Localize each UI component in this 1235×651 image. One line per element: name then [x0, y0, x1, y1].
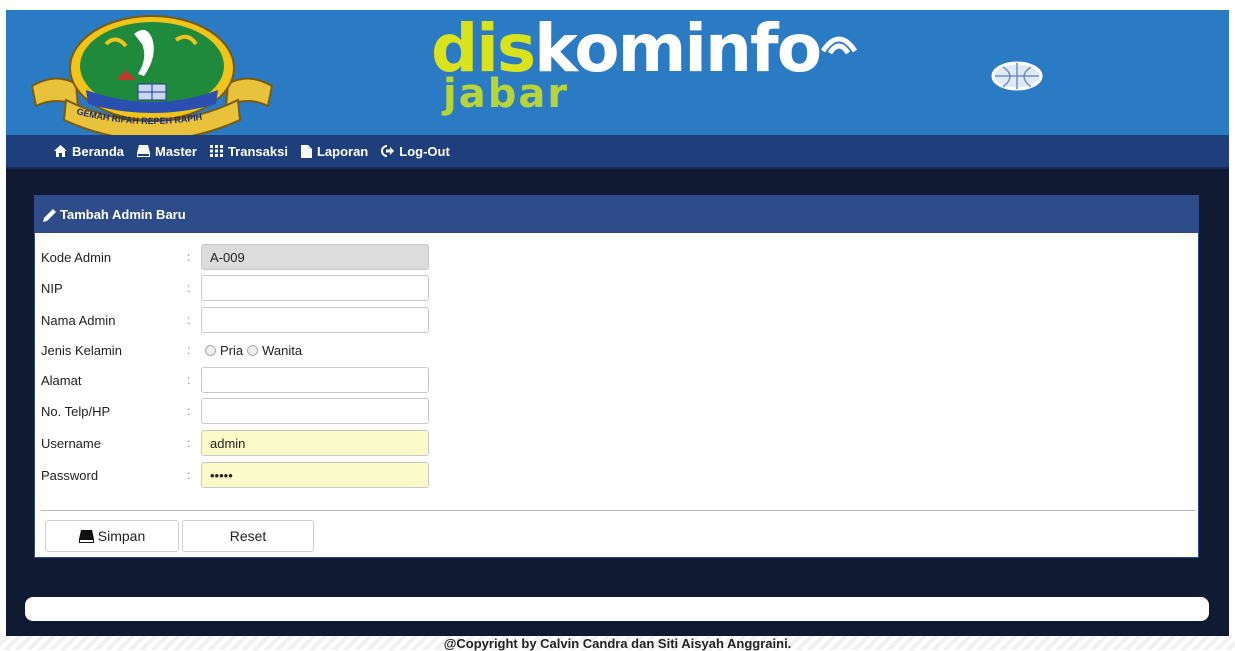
- svg-text:GEMAH RIPAH REPEH RAPIH: GEMAH RIPAH REPEH RAPIH: [76, 106, 203, 126]
- nav-beranda[interactable]: Beranda: [54, 144, 124, 159]
- drive-icon: [137, 145, 151, 157]
- grid-icon: [209, 145, 223, 157]
- globe-icon: [991, 36, 1043, 102]
- form-row-nama-admin: Nama Admin :: [41, 306, 429, 334]
- label-username: Username: [41, 435, 101, 451]
- nav-transaksi[interactable]: Transaksi: [209, 143, 288, 159]
- label-kode-admin: Kode Admin: [41, 249, 112, 265]
- label-jenis-kelamin: Jenis Kelamin: [41, 342, 122, 358]
- form-row-kode-admin: Kode Admin :: [41, 243, 429, 271]
- radio-wanita[interactable]: [247, 344, 259, 356]
- username-input[interactable]: [201, 430, 429, 456]
- form-row-jenis-kelamin: Jenis Kelamin : Pria Wanita: [41, 342, 303, 358]
- radio-pria-label: Pria: [220, 342, 244, 358]
- form-row-telp: No. Telp/HP :: [41, 397, 429, 425]
- nav-master[interactable]: Master: [137, 144, 197, 159]
- nav-label: Transaksi: [227, 143, 288, 159]
- nav-label: Log-Out: [399, 143, 450, 159]
- drive-icon: [78, 529, 94, 543]
- alamat-input[interactable]: [201, 367, 429, 393]
- nav-label: Master: [155, 143, 197, 159]
- footer-bar: [25, 597, 1209, 621]
- nav-label: Beranda: [72, 143, 125, 159]
- home-icon: [54, 145, 67, 157]
- nama-admin-input[interactable]: [201, 307, 429, 333]
- form-divider: [41, 510, 1196, 511]
- logout-icon: [381, 145, 395, 157]
- add-admin-panel: Tambah Admin Baru Kode Admin : NIP : Nam…: [34, 195, 1199, 558]
- label-nama-admin: Nama Admin: [41, 312, 116, 328]
- brand-title: diskominfo: [431, 16, 1043, 91]
- save-button-label: Simpan: [97, 528, 146, 544]
- label-telp: No. Telp/HP: [41, 403, 111, 419]
- password-input[interactable]: [201, 462, 429, 488]
- diskominfo-logo: diskominfo jabar: [431, 16, 1043, 114]
- radio-wanita-label: Wanita: [262, 342, 303, 358]
- save-button[interactable]: Simpan: [45, 520, 179, 552]
- nav-logout[interactable]: Log-Out: [381, 144, 450, 159]
- nip-input[interactable]: [201, 275, 429, 301]
- form-row-nip: NIP :: [41, 274, 429, 302]
- kode-admin-input[interactable]: [201, 244, 429, 270]
- label-password: Password: [41, 467, 99, 483]
- gender-radio-group: Pria Wanita: [201, 343, 302, 358]
- reset-button[interactable]: Reset: [182, 520, 314, 552]
- document-icon: [300, 144, 312, 158]
- pencil-icon: [43, 208, 56, 222]
- radio-pria[interactable]: [205, 344, 216, 356]
- label-nip: NIP: [41, 280, 63, 296]
- form-row-password: Password :: [41, 461, 429, 489]
- reset-button-label: Reset: [229, 528, 267, 544]
- nav-laporan[interactable]: Laporan: [300, 143, 369, 159]
- nav-label: Laporan: [316, 143, 369, 159]
- panel-header: Tambah Admin Baru: [35, 196, 1198, 233]
- wifi-signal-icon: [819, 2, 859, 68]
- main-navbar: Beranda Master Transaksi Laporan Log-Out: [6, 135, 1229, 169]
- header-banner: GEMAH RIPAH REPEH RAPIH diskominfo jabar: [6, 10, 1229, 141]
- telp-input[interactable]: [201, 398, 429, 424]
- label-alamat: Alamat: [41, 372, 82, 388]
- form-row-username: Username :: [41, 429, 429, 457]
- panel-title: Tambah Admin Baru: [60, 207, 186, 222]
- app-frame: GEMAH RIPAH REPEH RAPIH diskominfo jabar…: [6, 10, 1229, 650]
- copyright-text: @Copyright by Calvin Candra dan Siti Ais…: [443, 636, 792, 651]
- form-row-alamat: Alamat :: [41, 366, 429, 394]
